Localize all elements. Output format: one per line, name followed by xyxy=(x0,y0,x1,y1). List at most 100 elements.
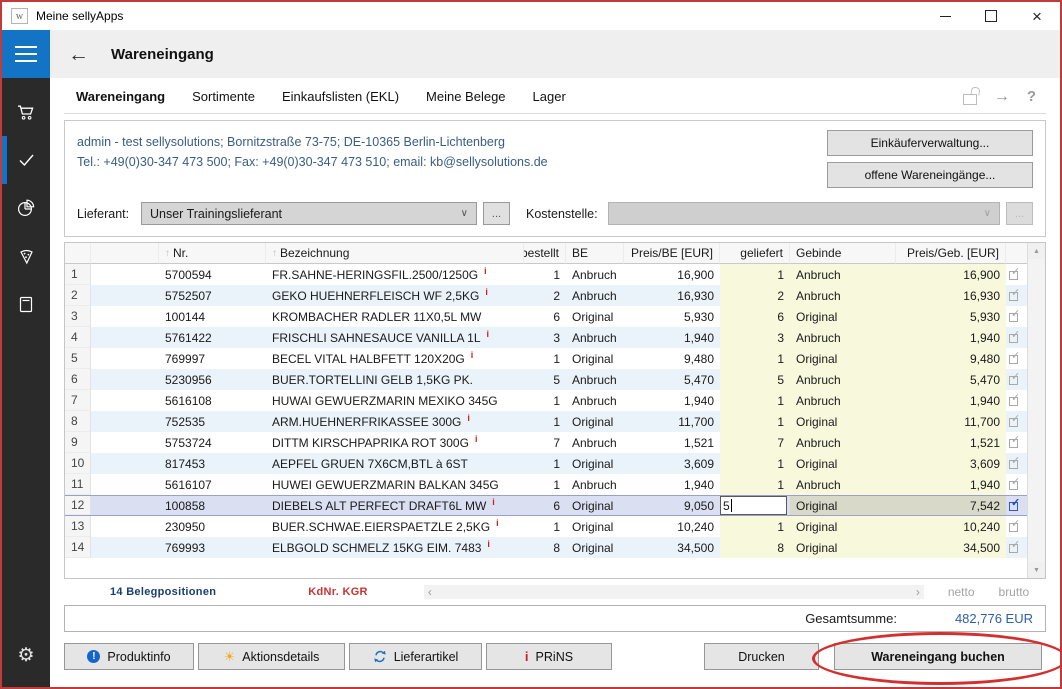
tab-sortimente[interactable]: Sortimente xyxy=(192,89,255,104)
header-preis-be[interactable]: Preis/BE [EUR] xyxy=(624,243,720,264)
header-bestellt[interactable]: bestellt xyxy=(524,243,566,264)
row-checkbox-icon[interactable] xyxy=(1008,373,1022,386)
table-row[interactable]: 25752507GEKO HUEHNERFLEISCH WF 2,5KGi2An… xyxy=(65,285,1045,306)
delivered-qty-cell[interactable]: 5 xyxy=(720,496,790,515)
sidebar-item-catalog[interactable] xyxy=(2,280,50,328)
row-checkbox-icon[interactable] xyxy=(1008,289,1022,302)
row-checkbox-icon[interactable] xyxy=(1008,436,1022,449)
lieferant-select[interactable]: Unser Trainingslieferant ∨ xyxy=(141,202,477,225)
delivered-qty-cell[interactable]: 1 xyxy=(720,348,790,369)
table-row[interactable]: 15700594FR.SAHNE-HERINGSFIL.2500/1250Gi1… xyxy=(65,264,1045,285)
delivered-qty-cell[interactable]: 5 xyxy=(720,369,790,390)
row-checkbox-icon[interactable] xyxy=(1008,268,1022,281)
table-row[interactable]: 14769993ELBGOLD SCHMELZ 15KG EIM. 7483i8… xyxy=(65,537,1045,558)
table-row[interactable]: 95753724DITTM KIRSCHPAPRIKA ROT 300Gi7An… xyxy=(65,432,1045,453)
row-checkbox-icon[interactable] xyxy=(1008,415,1022,428)
delivered-qty-cell[interactable]: 2 xyxy=(720,285,790,306)
tab-wareneingang[interactable]: Wareneingang xyxy=(76,89,165,104)
table-row[interactable]: 115616107HUWEI GEWUERZMARIN BALKAN 345G1… xyxy=(65,474,1045,495)
delivered-qty-cell[interactable]: 1 xyxy=(720,390,790,411)
offene-wareneingaenge-button[interactable]: offene Wareneingänge... xyxy=(827,162,1033,188)
einkaeuferverwaltung-button[interactable]: Einkäuferverwaltung... xyxy=(827,130,1033,156)
table-row[interactable]: 65230956BUER.TORTELLINI GELB 1,5KG PK.5A… xyxy=(65,369,1045,390)
table-row[interactable]: 5769997BECEL VITAL HALBFETT 120X20Gi1Ori… xyxy=(65,348,1045,369)
table-row[interactable]: 75616108HUWAI GEWUERZMARIN MEXIKO 345G1A… xyxy=(65,390,1045,411)
brutto-toggle[interactable]: brutto xyxy=(999,585,1030,599)
lieferartikel-label: Lieferartikel xyxy=(394,650,459,664)
horizontal-scrollbar[interactable]: ‹ › xyxy=(424,585,924,599)
row-checkbox-icon[interactable] xyxy=(1008,310,1022,323)
delivered-qty-cell[interactable]: 1 xyxy=(720,474,790,495)
wareneingang-buchen-button[interactable]: Wareneingang buchen xyxy=(834,643,1042,670)
aktionsdetails-button[interactable]: ☀ Aktionsdetails xyxy=(198,643,345,670)
vertical-scroll-track[interactable] xyxy=(1028,259,1045,562)
netto-toggle[interactable]: netto xyxy=(948,585,975,599)
hamburger-menu-button[interactable] xyxy=(2,30,50,78)
sidebar-item-cart[interactable] xyxy=(2,88,50,136)
delivered-qty-cell[interactable]: 3 xyxy=(720,327,790,348)
header-nr[interactable]: ↑Nr. xyxy=(159,243,266,264)
header-be[interactable]: BE xyxy=(566,243,624,264)
product-info-marker-icon: i xyxy=(487,539,490,549)
sidebar-item-settings[interactable]: ⚙ xyxy=(2,631,50,679)
prins-button[interactable]: i PRiNS xyxy=(486,643,612,670)
delivered-qty-cell[interactable]: 1 xyxy=(720,264,790,285)
row-checkbox-icon[interactable] xyxy=(1008,352,1022,365)
row-checkbox-icon[interactable] xyxy=(1008,478,1022,491)
table-row[interactable]: 3100144KROMBACHER RADLER 11X0,5L MW6Orig… xyxy=(65,306,1045,327)
delivered-qty-input[interactable]: 5 xyxy=(720,496,787,515)
sidebar-item-goods-receipt[interactable] xyxy=(2,136,50,184)
tab-einkaufslisten[interactable]: Einkaufslisten (EKL) xyxy=(282,89,399,104)
scroll-left-icon[interactable]: ‹ xyxy=(428,585,432,599)
delivered-qty-cell[interactable]: 1 xyxy=(720,516,790,537)
package-unit-cell: Anbruch xyxy=(790,285,896,306)
refresh-icon xyxy=(373,650,387,663)
red-info-icon: i xyxy=(525,650,529,663)
close-button[interactable]: × xyxy=(1014,2,1060,30)
row-checkbox-icon[interactable] xyxy=(1008,541,1022,554)
row-checkbox-icon[interactable] xyxy=(1008,457,1022,470)
row-number-cell: 8 xyxy=(65,411,91,432)
drucken-button[interactable]: Drucken xyxy=(704,643,819,670)
tab-lager[interactable]: Lager xyxy=(533,89,566,104)
row-checkbox-icon[interactable] xyxy=(1008,331,1022,344)
vertical-scrollbar[interactable]: ▲ ▼ xyxy=(1027,243,1045,578)
sidebar-item-promotions[interactable] xyxy=(2,232,50,280)
article-number-cell: 5753724 xyxy=(159,432,266,453)
table-row[interactable]: 12100858DIEBELS ALT PERFECT DRAFT6L MWi6… xyxy=(65,495,1045,516)
header-bezeichnung[interactable]: ↑Bezeichnung xyxy=(266,243,524,264)
header-preis-geb[interactable]: Preis/Geb. [EUR] xyxy=(896,243,1006,264)
table-row[interactable]: 13230950BUER.SCHWAE.EIERSPAETZLE 2,5KGi1… xyxy=(65,516,1045,537)
minimize-button[interactable] xyxy=(922,2,968,30)
scroll-up-icon[interactable]: ▲ xyxy=(1028,243,1045,259)
row-checkbox-icon[interactable] xyxy=(1008,520,1022,533)
produktinfo-button[interactable]: ! Produktinfo xyxy=(64,643,194,670)
delivered-qty-cell[interactable]: 1 xyxy=(720,411,790,432)
delivered-qty-cell[interactable]: 7 xyxy=(720,432,790,453)
sidebar-item-statistics[interactable] xyxy=(2,184,50,232)
delivered-qty-cell[interactable]: 1 xyxy=(720,453,790,474)
table-row[interactable]: 45761422FRISCHLI SAHNESAUCE VANILLA 1Li3… xyxy=(65,327,1045,348)
price-per-unit-cell: 11,700 xyxy=(624,411,720,432)
row-checkbox-icon[interactable] xyxy=(1008,394,1022,407)
supplier-contact: Tel.: +49(0)30-347 473 500; Fax: +49(0)3… xyxy=(77,152,827,172)
price-per-package-cell: 3,609 xyxy=(896,453,1006,474)
maximize-button[interactable] xyxy=(968,2,1014,30)
scroll-down-icon[interactable]: ▼ xyxy=(1028,562,1045,578)
lieferant-browse-button[interactable]: ... xyxy=(483,202,510,225)
delivered-qty-cell[interactable]: 8 xyxy=(720,537,790,558)
table-row[interactable]: 8752535ARM.HUEHNERFRIKASSEE 300Gi1Origin… xyxy=(65,411,1045,432)
back-button[interactable]: ← xyxy=(68,44,89,65)
header-gebinde[interactable]: Gebinde xyxy=(790,243,896,264)
row-checkbox-icon[interactable] xyxy=(1008,499,1022,512)
forward-arrow-icon[interactable]: → xyxy=(994,89,1010,105)
description-cell: GEKO HUEHNERFLEISCH WF 2,5KGi xyxy=(266,285,524,306)
lieferartikel-button[interactable]: Lieferartikel xyxy=(349,643,482,670)
description-cell: HUWAI GEWUERZMARIN MEXIKO 345G xyxy=(266,390,524,411)
help-icon[interactable]: ? xyxy=(1027,88,1036,105)
table-row[interactable]: 10817453AEPFEL GRUEN 7X6CM,BTL à 6ST1Ori… xyxy=(65,453,1045,474)
scroll-right-icon[interactable]: › xyxy=(916,585,920,599)
header-geliefert[interactable]: geliefert xyxy=(720,243,790,264)
tab-meine-belege[interactable]: Meine Belege xyxy=(426,89,506,104)
delivered-qty-cell[interactable]: 6 xyxy=(720,306,790,327)
